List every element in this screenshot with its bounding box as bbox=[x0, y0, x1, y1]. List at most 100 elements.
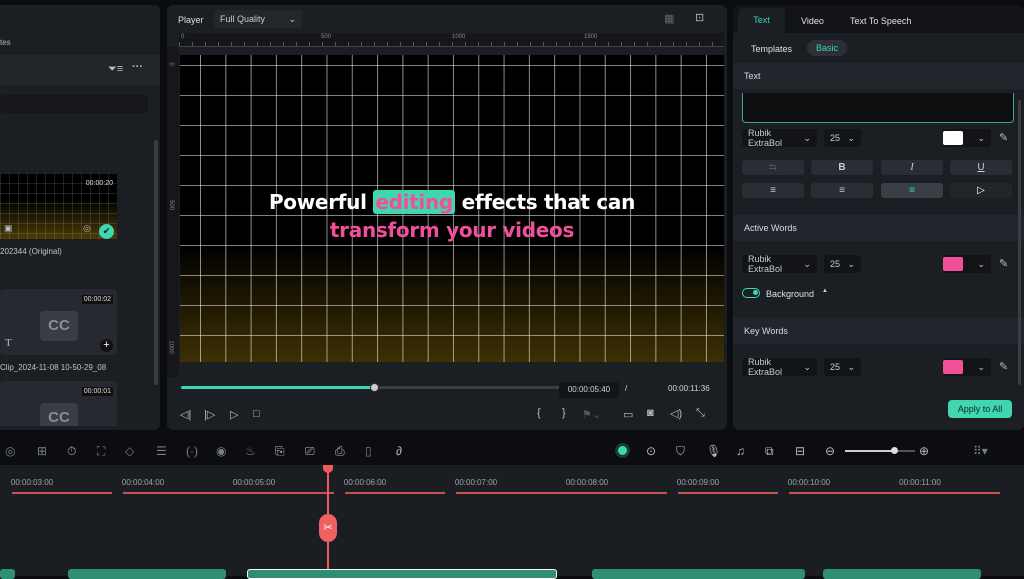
italic-button[interactable]: I bbox=[881, 160, 943, 175]
scrollbar[interactable] bbox=[154, 140, 158, 385]
scrollbar[interactable] bbox=[1018, 100, 1021, 385]
subtitle-icon[interactable]: ⎚ bbox=[305, 444, 315, 459]
background-toggle[interactable] bbox=[742, 288, 760, 298]
microphone-icon[interactable]: 🎙 bbox=[706, 444, 721, 458]
size-dropdown[interactable]: 25 ⌄ bbox=[824, 129, 861, 147]
media-search[interactable] bbox=[0, 95, 148, 113]
zoom-in-icon[interactable]: ⊕ bbox=[919, 444, 929, 458]
align-left-button[interactable]: ≡ bbox=[742, 183, 804, 198]
previous-frame-icon[interactable]: ◁| bbox=[180, 408, 191, 421]
font-dropdown[interactable]: Rubik ExtraBol ⌄ bbox=[742, 128, 817, 148]
more-icon[interactable]: ··· bbox=[132, 61, 143, 73]
zoom-handle[interactable] bbox=[891, 447, 898, 454]
add-icon[interactable]: + bbox=[100, 339, 113, 352]
progress-handle[interactable] bbox=[369, 383, 379, 392]
zoom-out-icon[interactable]: ⊖ bbox=[825, 444, 835, 458]
zoom-slider[interactable] bbox=[845, 447, 915, 454]
active-color-picker[interactable]: ⌄ bbox=[943, 255, 991, 273]
tab-video[interactable]: Video bbox=[801, 16, 824, 26]
keyframe-icon[interactable]: ◇ bbox=[125, 444, 134, 458]
text-to-speech-icon[interactable]: ⎘ bbox=[275, 444, 285, 459]
unlink-icon[interactable]: ∂ bbox=[396, 444, 402, 458]
waveform-icon[interactable]: ⊡ bbox=[695, 11, 704, 24]
music-icon[interactable]: ♫ bbox=[736, 444, 745, 458]
align-right-button[interactable]: ≡ bbox=[811, 183, 873, 198]
subtab-templates[interactable]: Templates bbox=[751, 44, 792, 54]
split-audio-icon[interactable]: (·) bbox=[186, 444, 198, 458]
volume-icon[interactable]: ◁) bbox=[670, 407, 682, 420]
text-input[interactable] bbox=[742, 93, 1014, 123]
caret-up-icon[interactable]: ▲ bbox=[822, 288, 828, 294]
active-size-dropdown[interactable]: 25 ⌄ bbox=[824, 255, 861, 273]
timeline-clip-selected[interactable] bbox=[247, 569, 557, 579]
next-frame-icon[interactable]: |▷ bbox=[204, 408, 215, 421]
clip-duration: 00:00:20 bbox=[85, 180, 113, 187]
render-icon[interactable]: ⊙ bbox=[646, 444, 656, 458]
key-font-dropdown[interactable]: Rubik ExtraBol ⌄ bbox=[742, 357, 817, 377]
snapshot-icon[interactable]: ◙ bbox=[647, 407, 654, 419]
play-icon[interactable]: ▷ bbox=[230, 408, 238, 421]
underline-label: U bbox=[977, 162, 985, 173]
effects-icon[interactable]: ♨ bbox=[245, 444, 256, 458]
timeline-ruler-segment bbox=[567, 492, 667, 494]
chevron-down-icon: ⌄ bbox=[803, 132, 811, 143]
timeline-clip[interactable] bbox=[0, 569, 15, 579]
ai-copilot-icon[interactable] bbox=[615, 443, 630, 458]
media-clip-thumbnail[interactable]: 00:00:01 CC bbox=[0, 381, 117, 426]
background-label: Background bbox=[766, 289, 815, 299]
caption[interactable]: Powerful editing effects that can transf… bbox=[180, 188, 724, 244]
filter-icon[interactable]: ⏷≡ bbox=[108, 63, 123, 76]
chevron-down-icon: ⌄ bbox=[977, 361, 985, 372]
auto-reframe-icon[interactable]: ⛶ bbox=[97, 444, 105, 459]
key-color-picker[interactable]: ⌄ bbox=[943, 358, 991, 376]
active-font-dropdown[interactable]: Rubik ExtraBol ⌄ bbox=[742, 254, 817, 274]
video-canvas[interactable]: Powerful editing effects that can transf… bbox=[180, 55, 724, 362]
active-words-header: Active Words bbox=[733, 215, 1024, 241]
layout-grid-icon[interactable]: ⠿▾ bbox=[973, 444, 988, 458]
translate-icon[interactable]: ⎙ bbox=[335, 444, 345, 459]
mark-out-icon[interactable]: } bbox=[562, 407, 566, 419]
tab-text-to-speech[interactable]: Text To Speech bbox=[850, 16, 911, 26]
eyedropper-icon[interactable]: ✎ bbox=[999, 131, 1008, 144]
timeline-clip[interactable] bbox=[592, 569, 805, 579]
snap-icon[interactable]: ⧉ bbox=[765, 444, 774, 459]
progress-slider[interactable] bbox=[181, 383, 574, 392]
freeze-icon[interactable]: ⊞ bbox=[37, 444, 47, 458]
crop-icon[interactable]: ◎ bbox=[5, 444, 15, 458]
current-time[interactable]: 00:00:05:40 bbox=[559, 382, 619, 398]
text-icon: T bbox=[5, 337, 12, 349]
timeline-clip[interactable] bbox=[823, 569, 981, 579]
align-center-button[interactable]: ≡ bbox=[881, 183, 943, 198]
split-scissors-button[interactable]: ✂ bbox=[319, 514, 337, 542]
quality-dropdown[interactable]: Full Quality ⌄ bbox=[214, 10, 302, 28]
subtab-basic[interactable]: Basic bbox=[807, 40, 848, 56]
tab-text[interactable]: Text bbox=[738, 8, 785, 35]
underline-button[interactable]: U bbox=[950, 160, 1012, 175]
adjust-icon[interactable]: ☰ bbox=[156, 444, 167, 458]
display-icon[interactable]: ▭ bbox=[623, 408, 633, 421]
speed-icon[interactable]: ⏱ bbox=[67, 444, 76, 459]
timeline-clip[interactable] bbox=[68, 569, 226, 579]
stop-icon[interactable]: □ bbox=[253, 408, 260, 420]
marker-icon[interactable]: ⚑⌄ bbox=[582, 408, 601, 421]
media-clip-thumbnail[interactable]: 00:00:02 CC T + bbox=[0, 289, 117, 355]
fullscreen-icon[interactable]: ⤡ bbox=[696, 407, 705, 420]
zoom-fill bbox=[845, 450, 894, 452]
apply-to-all-button[interactable]: Apply to All bbox=[948, 400, 1012, 418]
media-clip-thumbnail[interactable]: 00:00:20 ▣ ◎ ✔ bbox=[0, 173, 117, 239]
fit-icon[interactable]: ⊟ bbox=[795, 444, 805, 458]
record-icon[interactable]: ◉ bbox=[216, 444, 226, 458]
eyedropper-icon[interactable]: ✎ bbox=[999, 257, 1008, 270]
italic-label: I bbox=[910, 162, 914, 173]
media-tab[interactable]: tes bbox=[0, 38, 11, 47]
align-justify-button[interactable]: ▷ bbox=[950, 183, 1012, 198]
shield-icon[interactable]: ⛉ bbox=[676, 444, 685, 459]
eyedropper-icon[interactable]: ✎ bbox=[999, 360, 1008, 373]
mark-in-icon[interactable]: { bbox=[537, 407, 541, 419]
grid-view-icon[interactable]: ▦ bbox=[664, 12, 674, 25]
key-size-dropdown[interactable]: 25 ⌄ bbox=[824, 358, 861, 376]
stabilize-icon[interactable]: ▯ bbox=[365, 444, 372, 458]
color-picker[interactable]: ⌄ bbox=[943, 129, 991, 147]
letter-spacing-button[interactable]: ⇆ bbox=[742, 160, 804, 175]
bold-button[interactable]: B bbox=[811, 160, 873, 175]
